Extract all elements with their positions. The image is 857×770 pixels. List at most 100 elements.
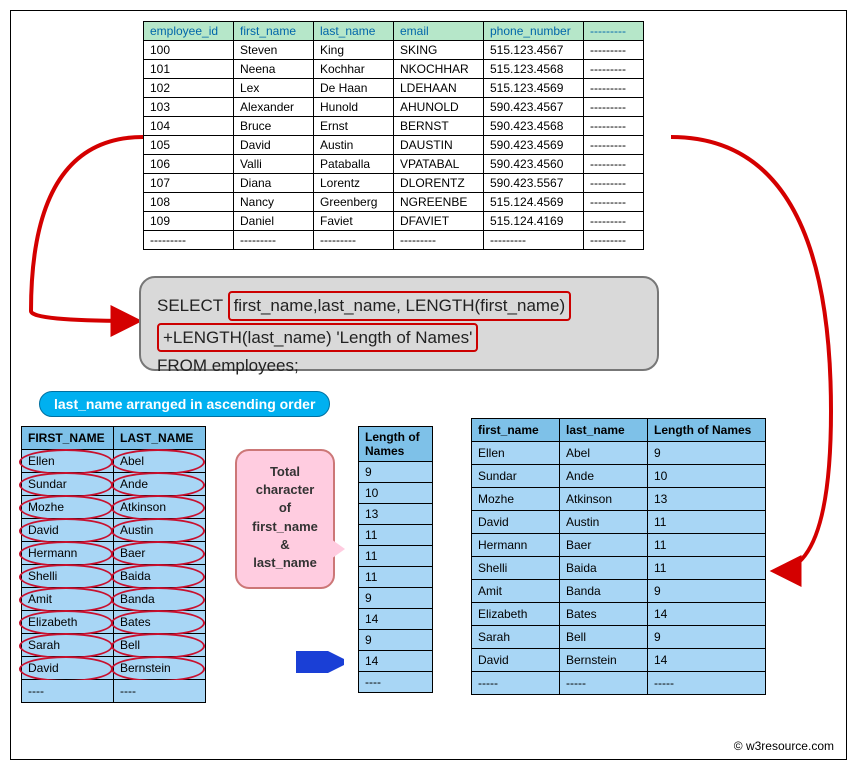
table-row: 105DavidAustinDAUSTIN590.423.4569-------… [144, 136, 644, 155]
cell: Amit [22, 588, 114, 611]
cell: Banda [114, 588, 206, 611]
cell: 515.123.4568 [484, 60, 584, 79]
cell: Alexander [234, 98, 314, 117]
table-row: DavidBernstein [22, 657, 206, 680]
table-row: 102LexDe HaanLDEHAAN515.123.4569--------… [144, 79, 644, 98]
cell: Mozhe [22, 496, 114, 519]
cell: Amit [472, 580, 560, 603]
names-sorted-table: FIRST_NAME LAST_NAME EllenAbelSundarAnde… [21, 426, 206, 703]
cell: 590.423.5567 [484, 174, 584, 193]
cell: Bates [114, 611, 206, 634]
cell: 11 [359, 525, 433, 546]
table-row: SarahBell9 [472, 626, 766, 649]
length-values-body: 91013111111914914---- [359, 462, 433, 693]
cell: ---- [22, 680, 114, 703]
col-first-name: first_name [234, 22, 314, 41]
cell: Bell [114, 634, 206, 657]
cell: 109 [144, 212, 234, 231]
table-row: 13 [359, 504, 433, 525]
employees-sample-table: employee_id first_name last_name email p… [143, 21, 644, 250]
result-table: first_name last_name Length of Names Ell… [471, 418, 766, 695]
cell: 14 [648, 603, 766, 626]
cell: BERNST [394, 117, 484, 136]
cell: Sundar [22, 473, 114, 496]
col-last-name: last_name [560, 419, 648, 442]
cell: Bell [560, 626, 648, 649]
cell: Greenberg [314, 193, 394, 212]
cell: Diana [234, 174, 314, 193]
top-table-body: 100StevenKingSKING515.123.4567---------1… [144, 41, 644, 250]
cell: 106 [144, 155, 234, 174]
table-row: 9 [359, 630, 433, 651]
cell: Ellen [22, 450, 114, 473]
cell: Hunold [314, 98, 394, 117]
cell: Elizabeth [472, 603, 560, 626]
table-row: HermannBaer11 [472, 534, 766, 557]
diagram-stage: employee_id first_name last_name email p… [10, 10, 847, 760]
table-row: 11 [359, 567, 433, 588]
cell: 10 [359, 483, 433, 504]
cell: ----- [560, 672, 648, 695]
cell: NKOCHHAR [394, 60, 484, 79]
table-row: HermannBaer [22, 542, 206, 565]
cell: 11 [648, 511, 766, 534]
table-row: 108NancyGreenbergNGREENBE515.124.4569---… [144, 193, 644, 212]
table-row: ----------------------------------------… [144, 231, 644, 250]
table-row: AmitBanda9 [472, 580, 766, 603]
cell: NGREENBE [394, 193, 484, 212]
cell: David [234, 136, 314, 155]
callout-line: first_name [252, 519, 318, 534]
cell: 11 [359, 546, 433, 567]
cell: Sarah [472, 626, 560, 649]
table-row: 14 [359, 609, 433, 630]
cell: 101 [144, 60, 234, 79]
table-row: ElizabethBates [22, 611, 206, 634]
cell: 9 [648, 442, 766, 465]
cell: Hermann [22, 542, 114, 565]
cell: DFAVIET [394, 212, 484, 231]
cell: 103 [144, 98, 234, 117]
result-body: EllenAbel9SundarAnde10MozheAtkinson13Dav… [472, 442, 766, 695]
col-email: email [394, 22, 484, 41]
table-row: AmitBanda [22, 588, 206, 611]
table-row: -------- [22, 680, 206, 703]
table-row: DavidAustin [22, 519, 206, 542]
cell: Faviet [314, 212, 394, 231]
col-employee-id: employee_id [144, 22, 234, 41]
cell: Pataballa [314, 155, 394, 174]
cell: Austin [560, 511, 648, 534]
cell: --------- [584, 60, 644, 79]
arrow-icon [296, 651, 344, 673]
cell: 590.423.4569 [484, 136, 584, 155]
cell: 14 [648, 649, 766, 672]
table-header-row: first_name last_name Length of Names [472, 419, 766, 442]
table-row: SundarAnde [22, 473, 206, 496]
table-row: DavidAustin11 [472, 511, 766, 534]
cell: Abel [560, 442, 648, 465]
cell: --------- [584, 174, 644, 193]
cell: Lorentz [314, 174, 394, 193]
cell: Baer [560, 534, 648, 557]
table-row: 9 [359, 462, 433, 483]
cell: VPATABAL [394, 155, 484, 174]
cell: Bates [560, 603, 648, 626]
cell: Kochhar [314, 60, 394, 79]
cell: King [314, 41, 394, 60]
table-row: 9 [359, 588, 433, 609]
cell: 9 [359, 630, 433, 651]
sql-highlight-1: first_name,last_name, LENGTH(first_name) [228, 291, 572, 321]
cell: Sarah [22, 634, 114, 657]
cell: David [472, 649, 560, 672]
cell: Shelli [22, 565, 114, 588]
cell: Elizabeth [22, 611, 114, 634]
cell: --------- [584, 193, 644, 212]
cell: --------- [584, 155, 644, 174]
col-length-of-names: Length of Names [648, 419, 766, 442]
cell: Ande [560, 465, 648, 488]
cell: ----- [472, 672, 560, 695]
cell: 100 [144, 41, 234, 60]
table-row: 103AlexanderHunoldAHUNOLD590.423.4567---… [144, 98, 644, 117]
cell: --------- [584, 136, 644, 155]
cell: --------- [484, 231, 584, 250]
table-row: 107DianaLorentzDLORENTZ590.423.5567-----… [144, 174, 644, 193]
